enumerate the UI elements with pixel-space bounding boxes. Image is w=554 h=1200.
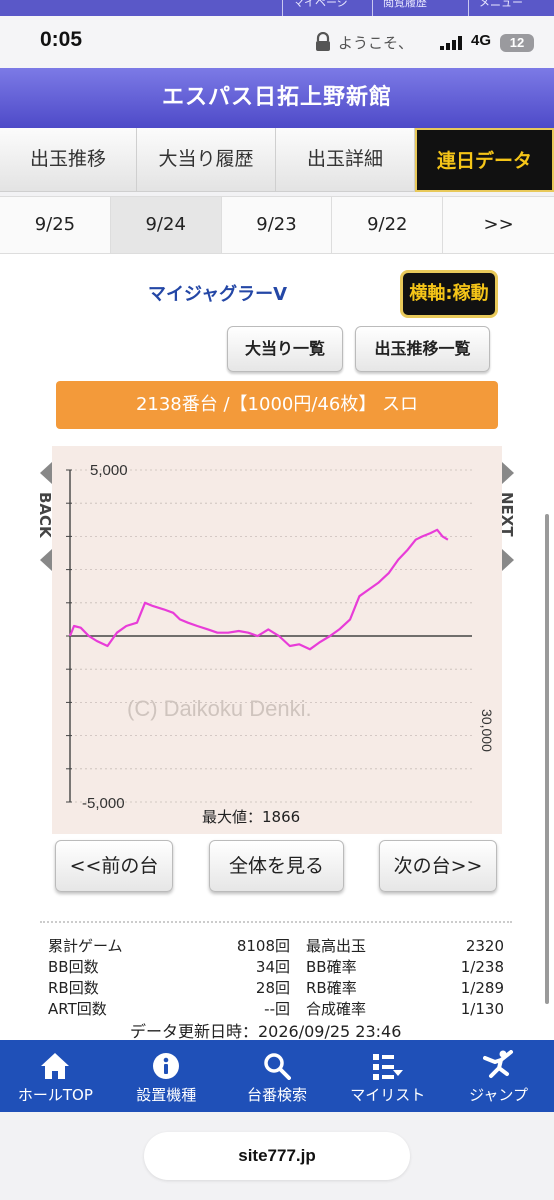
y-tick-label-min: -5,000 — [82, 795, 125, 812]
nav-label: 設置機種 — [136, 1086, 197, 1104]
top-nav-mypage[interactable]: マイページ — [282, 0, 348, 16]
stat-value: 1/289 — [460, 979, 504, 997]
stat-label: BB回数 — [48, 958, 99, 976]
nav-machines[interactable]: 設置機種 — [111, 1040, 222, 1112]
battery-icon: 12 — [500, 34, 534, 52]
nav-label: ジャンプ — [469, 1086, 528, 1104]
nav-label: ホールTOP — [17, 1086, 93, 1104]
payout-series-line — [68, 528, 449, 651]
nav-label: マイリスト — [350, 1086, 426, 1104]
nav-search[interactable]: 台番検索 — [222, 1040, 333, 1112]
browser-url-area: site777.jp — [0, 1112, 554, 1200]
date-tab[interactable]: 9/25 — [0, 197, 111, 253]
tab-payout-trend[interactable]: 出玉推移 — [0, 128, 137, 192]
stat-value: --回 — [264, 1000, 290, 1018]
stat-label: ART回数 — [48, 1000, 107, 1018]
max-value-label: 最大値：1866 — [202, 808, 300, 826]
stat-label: 最高出玉 — [306, 937, 367, 955]
stats-row: 累計ゲーム 8108回 最高出玉 2320 — [48, 936, 508, 957]
date-more-button[interactable]: >> — [443, 197, 554, 253]
machine-info-bar: 2138番台 /【1000円/46枚】 スロ — [56, 381, 498, 429]
search-icon — [264, 1053, 291, 1080]
tab-hit-history[interactable]: 大当り履歴 — [137, 128, 276, 192]
nav-jump[interactable]: ジャンプ — [443, 1040, 554, 1112]
payout-chart-svg: (C) Daikoku Denki. 5,000 -5,000 30,000 最大値… — [66, 462, 495, 826]
scrollbar[interactable] — [545, 514, 549, 1004]
axis-toggle-button[interactable]: 横軸:稼動 — [400, 270, 498, 318]
jump-icon — [482, 1050, 513, 1078]
tab-payout-detail[interactable]: 出玉詳細 — [276, 128, 415, 192]
stat-value: 8108回 — [236, 937, 290, 955]
top-nav-remnant: マイページ 閲覧履歴 メニュー — [0, 0, 554, 16]
date-tab[interactable]: 9/23 — [221, 197, 333, 253]
date-tab[interactable]: 9/22 — [332, 197, 444, 253]
updated-timestamp: データ更新日時：2026/09/25 23:46 — [130, 1022, 402, 1041]
stats-row: RB回数 28回 RB確率 1/289 — [48, 978, 508, 999]
list-icon — [372, 1054, 403, 1080]
top-nav-history[interactable]: 閲覧履歴 — [372, 0, 427, 16]
nav-label: 台番検索 — [246, 1086, 307, 1104]
machine-name: マイジャグラーV — [148, 284, 288, 305]
lock-icon — [316, 32, 330, 51]
next-arrow-down-icon[interactable] — [500, 549, 514, 571]
page-title: エスパス日拓上野新館 — [0, 68, 554, 128]
stats-row: BB回数 34回 BB確率 1/238 — [48, 957, 508, 978]
watermark: (C) Daikoku Denki. — [127, 696, 312, 721]
network-type: 4G — [471, 32, 492, 49]
stat-label: 合成確率 — [306, 1000, 367, 1018]
stat-value: 1/238 — [460, 958, 504, 976]
signal-icon — [440, 36, 462, 50]
home-icon — [41, 1053, 70, 1079]
payout-list-button[interactable]: 出玉推移一覧 — [355, 326, 490, 372]
stat-label: RB回数 — [48, 979, 99, 997]
hit-list-button[interactable]: 大当り一覧 — [227, 326, 343, 372]
date-tab-selected[interactable]: 9/24 — [110, 197, 222, 253]
nav-hall-top[interactable]: ホールTOP — [0, 1040, 111, 1112]
main-content: マイジャグラーV 横軸:稼動 大当り一覧 出玉推移一覧 2138番台 /【100… — [0, 254, 554, 1041]
next-arrow-up-icon[interactable] — [500, 462, 514, 484]
stat-label: 累計ゲーム — [48, 937, 123, 955]
status-time: 0:05 — [40, 28, 83, 51]
view-all-button[interactable]: 全体を見る — [209, 840, 344, 892]
payout-graph: (C) Daikoku Denki. 5,000 -5,000 30,000 最大値… — [52, 446, 502, 834]
tab-daily-data[interactable]: 連日データ — [415, 128, 554, 192]
stat-value: 28回 — [255, 979, 290, 997]
greeting-text: ようこそ、 — [338, 34, 414, 52]
stats-row: ART回数 --回 合成確率 1/130 — [48, 999, 508, 1020]
date-selector: 9/25 9/24 9/23 9/22 >> — [0, 196, 554, 254]
top-nav-menu[interactable]: メニュー — [468, 0, 523, 16]
x-tick-label: 30,000 — [479, 709, 495, 752]
prev-machine-button[interactable]: <<前の台 — [55, 840, 173, 892]
next-machine-button[interactable]: 次の台>> — [379, 840, 497, 892]
url-bar[interactable]: site777.jp — [144, 1132, 410, 1180]
tab-bar: 出玉推移 大当り履歴 出玉詳細 連日データ — [0, 128, 554, 192]
stat-value: 1/130 — [460, 1000, 504, 1018]
stat-value: 34回 — [255, 958, 290, 976]
status-bar: 0:05 ようこそ、 4G 12 — [0, 16, 554, 68]
stat-label: RB確率 — [306, 979, 357, 997]
stats-table: 累計ゲーム 8108回 最高出玉 2320 BB回数 34回 BB確率 1/23… — [48, 936, 508, 1020]
nav-mylist[interactable]: マイリスト — [332, 1040, 443, 1112]
divider — [40, 921, 512, 923]
stat-label: BB確率 — [306, 958, 357, 976]
y-tick-label-max: 5,000 — [90, 462, 128, 479]
bottom-nav: ホールTOP 設置機種 台番検索 マイリスト ジャンプ — [0, 1040, 554, 1112]
info-icon — [153, 1053, 180, 1079]
stat-value: 2320 — [465, 937, 504, 955]
